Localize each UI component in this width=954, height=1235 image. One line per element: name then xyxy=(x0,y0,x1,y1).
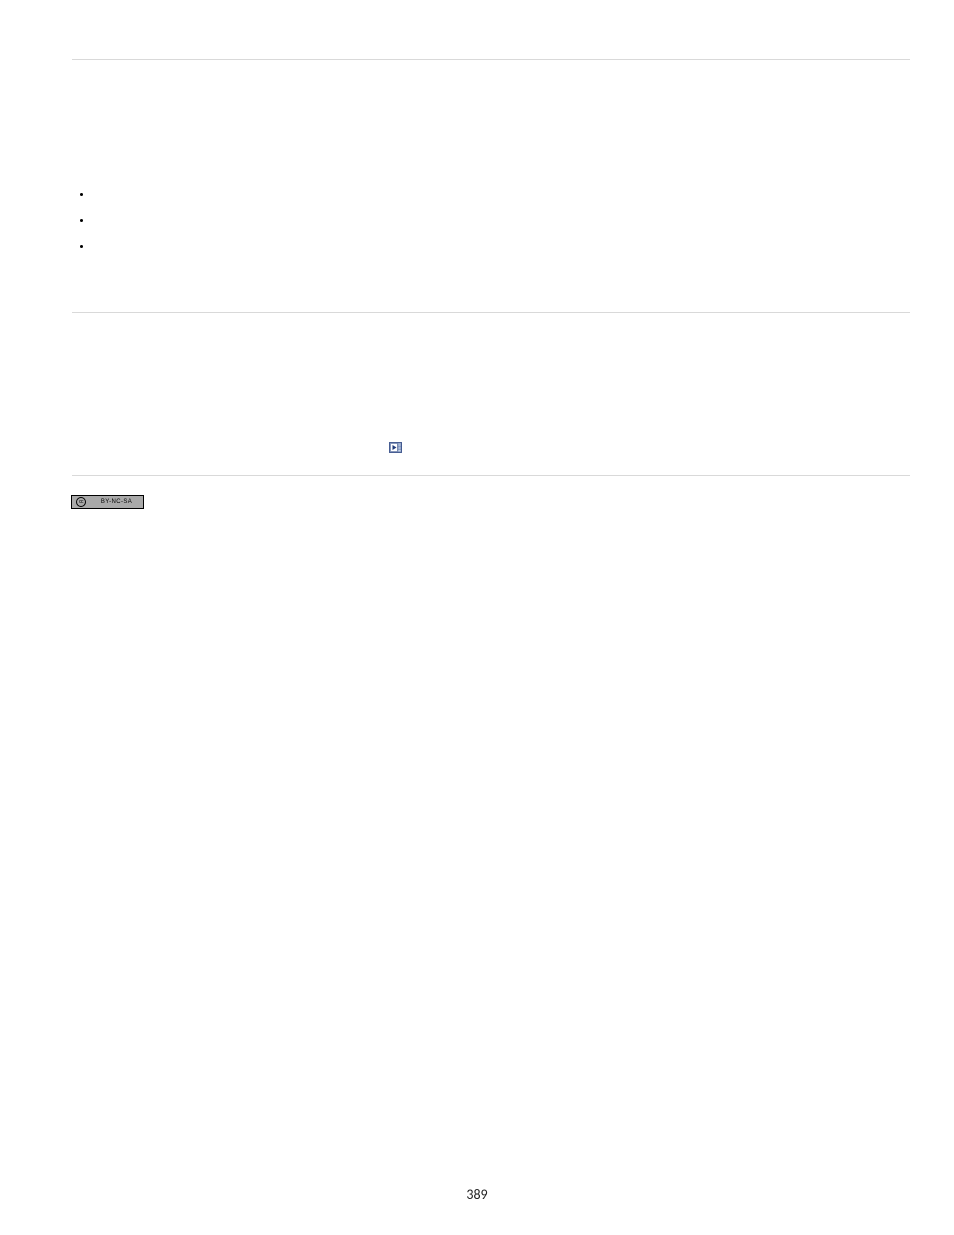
video-clip-icon xyxy=(389,442,402,453)
page-number: 389 xyxy=(0,1186,954,1203)
cc-license-text: BY-NC-SA xyxy=(90,496,143,508)
list-bullet xyxy=(80,219,83,222)
horizontal-rule xyxy=(72,59,910,60)
list-bullet xyxy=(80,245,83,248)
horizontal-rule xyxy=(72,475,910,476)
list-bullet xyxy=(80,193,83,196)
document-page: cc BY-NC-SA 389 xyxy=(0,0,954,1235)
cc-logo-icon: cc xyxy=(72,496,90,508)
horizontal-rule xyxy=(72,312,910,313)
cc-license-badge: cc BY-NC-SA xyxy=(71,495,144,509)
